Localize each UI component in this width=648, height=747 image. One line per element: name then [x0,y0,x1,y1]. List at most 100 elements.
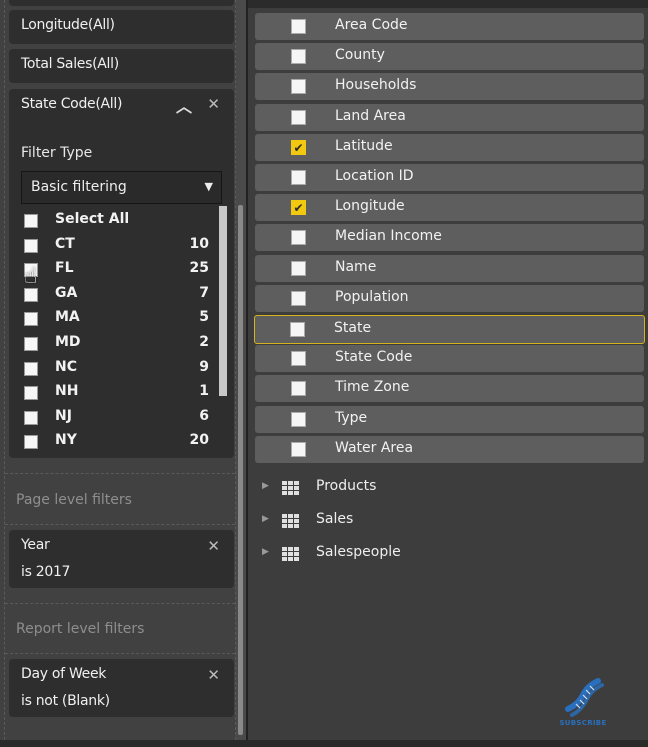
filter-item-label: NJ [55,407,72,424]
bottom-bar [0,740,648,747]
filter-card-condition: is 2017 [21,564,71,580]
check-icon[interactable]: ✔ [291,139,306,155]
chevron-up-icon[interactable]: ︿ [176,93,192,117]
filter-card-partial[interactable] [9,0,234,6]
filter-card-day-of-week[interactable]: Day of Week ✕ is not (Blank) [9,659,234,717]
close-icon[interactable]: ✕ [207,537,220,555]
checkbox[interactable] [24,287,38,302]
checkbox[interactable] [24,435,38,450]
checkbox[interactable] [291,290,306,306]
checkbox[interactable] [291,170,306,185]
filter-item[interactable]: NC 9 [21,357,211,381]
checkbox[interactable] [291,19,306,34]
field-state-code[interactable]: State Code [255,345,644,373]
fields-pane: Area Code County Households Land Area ✔ L… [248,0,648,740]
filter-list-scrollbar[interactable] [219,206,227,396]
filter-item[interactable]: GA 7 [21,283,211,307]
field-label: Households [335,77,417,94]
divider [5,603,235,604]
filter-card-longitude[interactable]: Longitude(All) [9,10,234,44]
field-population[interactable]: Population [255,284,644,312]
checkbox[interactable] [291,49,306,65]
checkbox[interactable] [291,441,306,457]
field-label: Water Area [335,439,414,456]
dna-icon [565,678,604,717]
filter-type-value: Basic filtering [31,179,127,195]
filter-item-label: CT [55,235,75,252]
expand-triangle-icon[interactable]: ▶ [262,481,269,491]
filter-item-select-all[interactable]: Select All [21,209,211,233]
field-state[interactable]: State [254,315,645,344]
filter-item-count: 7 [199,284,209,301]
filter-item-count: 5 [199,309,209,326]
field-latitude[interactable]: ✔ Latitude [255,133,644,161]
close-icon[interactable]: ✕ [207,666,220,684]
filter-card-title: Longitude(All) [21,17,115,33]
checkbox[interactable] [24,361,38,376]
field-label: County [335,47,385,64]
filter-item[interactable]: MA 5 [21,307,211,331]
scrollbar-thumb[interactable] [238,205,243,735]
field-water-area[interactable]: Water Area [255,435,644,463]
checkbox[interactable] [290,322,305,337]
field-time-zone[interactable]: Time Zone [255,375,644,403]
checkbox[interactable] [291,230,306,246]
field-area-code[interactable]: Area Code [255,13,644,40]
filter-item-count: 6 [199,407,209,424]
field-label: State [334,320,372,336]
field-households[interactable]: Households [255,73,644,101]
field-longitude[interactable]: ✔ Longitude [255,194,644,222]
checkbox[interactable] [24,337,38,351]
filter-item[interactable]: NY 20 [21,430,211,454]
checkbox[interactable] [24,386,38,401]
field-label: Population [335,288,409,305]
table-label: Products [316,478,377,494]
field-county[interactable]: County [255,43,644,71]
checkbox[interactable] [291,351,306,367]
filter-card-title: Day of Week [21,666,107,682]
filter-card-title: Total Sales(All) [21,56,119,72]
filter-item-label: MA [55,309,80,326]
expand-triangle-icon[interactable]: ▶ [262,514,269,524]
filter-item[interactable]: MD 2 [21,332,211,356]
filter-card-state-code: State Code(All) ︿ ✕ Filter Type Basic fi… [9,89,234,458]
field-name[interactable]: Name [255,254,644,282]
filter-item[interactable]: CT 10 [21,234,211,258]
filter-card-total-sales[interactable]: Total Sales(All) [9,49,234,83]
field-type[interactable]: Type [255,405,644,433]
filter-item-label: FL [55,260,74,277]
checkbox[interactable] [24,238,38,253]
checkbox[interactable] [24,312,38,327]
filter-type-dropdown[interactable]: Basic filtering ▼ [21,171,222,204]
filter-item[interactable]: NJ 6 [21,406,211,430]
field-label: Area Code [335,17,408,33]
checkbox[interactable] [291,411,306,427]
filter-item-count: 9 [199,358,209,375]
filters-pane-scrollbar[interactable] [236,0,246,740]
field-median-income[interactable]: Median Income [255,224,644,252]
close-icon[interactable]: ✕ [207,95,220,113]
subscribe-logo[interactable]: SUBSCRIBE [556,675,610,731]
checkbox[interactable] [291,79,306,95]
expand-triangle-icon[interactable]: ▶ [262,547,269,557]
report-level-filters-label: Report level filters [16,621,145,637]
filter-card-title[interactable]: State Code(All) [21,96,122,112]
checkbox[interactable] [291,381,306,397]
checkbox[interactable] [291,260,306,276]
filter-card-year[interactable]: Year ✕ is 2017 [9,530,234,588]
field-land-area[interactable]: Land Area [255,103,644,131]
filter-item[interactable]: NH 1 [21,381,211,405]
filter-item-count: 2 [199,334,209,350]
checkbox[interactable] [24,410,38,425]
checkbox[interactable] [291,109,306,125]
divider [5,473,235,474]
hand-cursor-icon: ☝ [24,264,38,289]
filter-item-count: 20 [189,432,209,449]
filter-item[interactable]: FL 25 [21,258,211,282]
table-label: Sales [316,511,354,527]
field-location-id[interactable]: Location ID [255,164,644,191]
table-icon [282,547,299,561]
check-icon[interactable]: ✔ [291,200,306,216]
power-bi-panes: Longitude(All) Total Sales(All) State Co… [0,0,648,747]
checkbox[interactable] [24,214,38,228]
